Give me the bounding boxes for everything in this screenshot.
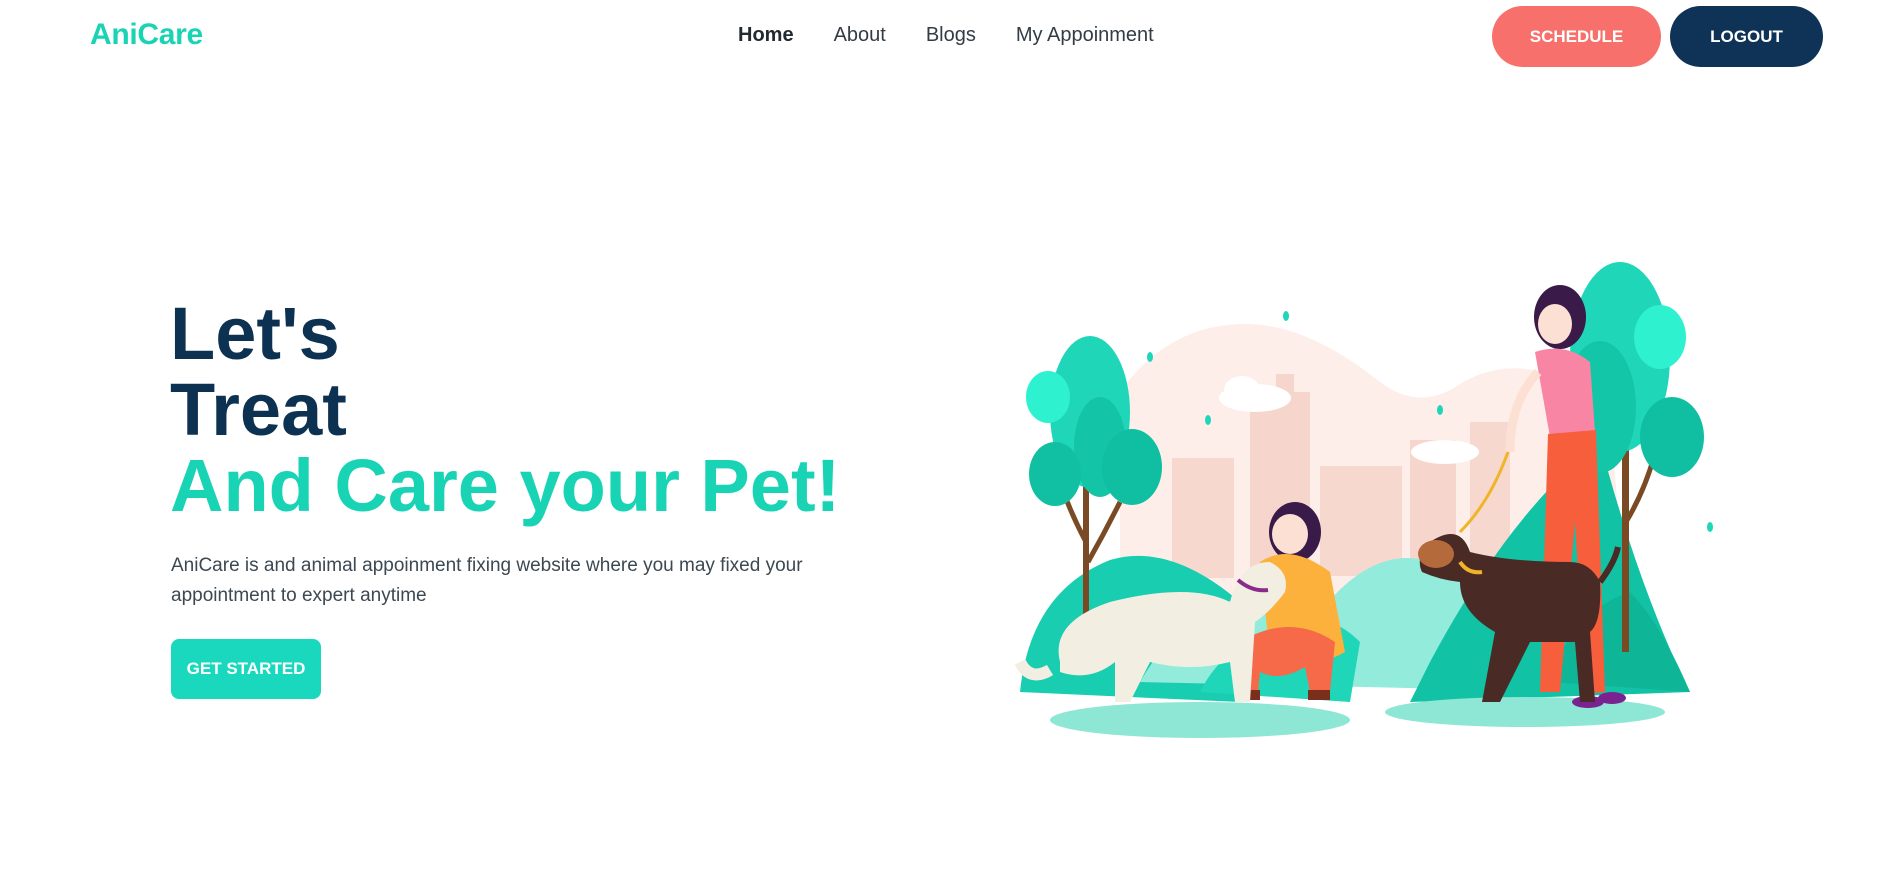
hero-title-line-3: And Care your Pet! <box>170 444 841 527</box>
nav-link-my-appoinment[interactable]: My Appoinment <box>1016 24 1154 47</box>
get-started-button[interactable]: GET STARTED <box>171 639 321 699</box>
logout-button[interactable]: LOGOUT <box>1670 6 1823 67</box>
hero-title-line-2: Treat <box>170 368 347 451</box>
pet-care-illustration <box>1014 262 1713 738</box>
hero-description: AniCare is and animal appoinment fixing … <box>171 555 803 606</box>
nav-links: Home About Blogs My Appoinment <box>738 24 1154 47</box>
nav-link-blogs[interactable]: Blogs <box>926 24 976 47</box>
nav-link-home[interactable]: Home <box>738 24 794 47</box>
schedule-button[interactable]: SCHEDULE <box>1492 6 1661 67</box>
navbar: AniCare Home About Blogs My Appoinment S… <box>0 0 1894 76</box>
nav-link-about[interactable]: About <box>834 24 886 47</box>
hero-title-line-1: Let's <box>170 292 340 375</box>
hero-title: Let's Treat And Care your Pet! <box>170 296 840 524</box>
brand-logo[interactable]: AniCare <box>90 18 203 52</box>
